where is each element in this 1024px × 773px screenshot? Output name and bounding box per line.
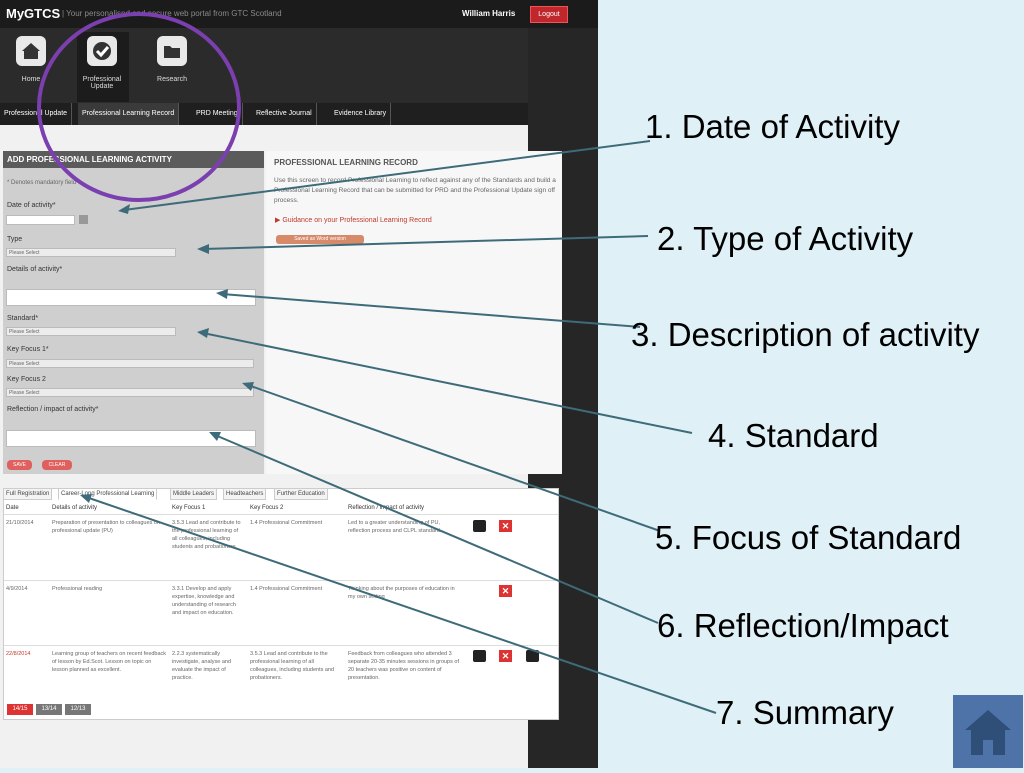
arrowhead <box>197 244 209 254</box>
annotation-6: 6. Reflection/Impact <box>657 607 949 644</box>
arrow-type <box>202 235 649 250</box>
arrowhead <box>80 494 92 503</box>
arrowhead <box>216 289 228 299</box>
annotation-7: 7. Summary <box>716 694 894 731</box>
house-icon <box>965 710 1011 755</box>
highlight-circle <box>37 12 241 202</box>
arrow-standard <box>202 332 693 434</box>
annotation-2: 2. Type of Activity <box>657 220 914 257</box>
arrow-focus <box>247 384 661 532</box>
arrow-date <box>123 140 651 211</box>
arrow-summary <box>85 496 717 714</box>
annotation-4: 4. Standard <box>708 417 879 454</box>
annotation-3: 3. Description of activity <box>631 316 980 353</box>
annotation-1: 1. Date of Activity <box>645 108 900 145</box>
arrow-description <box>221 293 641 328</box>
arrowhead <box>242 382 254 391</box>
home-button[interactable] <box>953 695 1023 768</box>
arrowhead <box>118 204 130 214</box>
arrow-reflection <box>214 434 659 624</box>
arrowhead <box>197 328 209 338</box>
annotation-5: 5. Focus of Standard <box>655 519 962 556</box>
